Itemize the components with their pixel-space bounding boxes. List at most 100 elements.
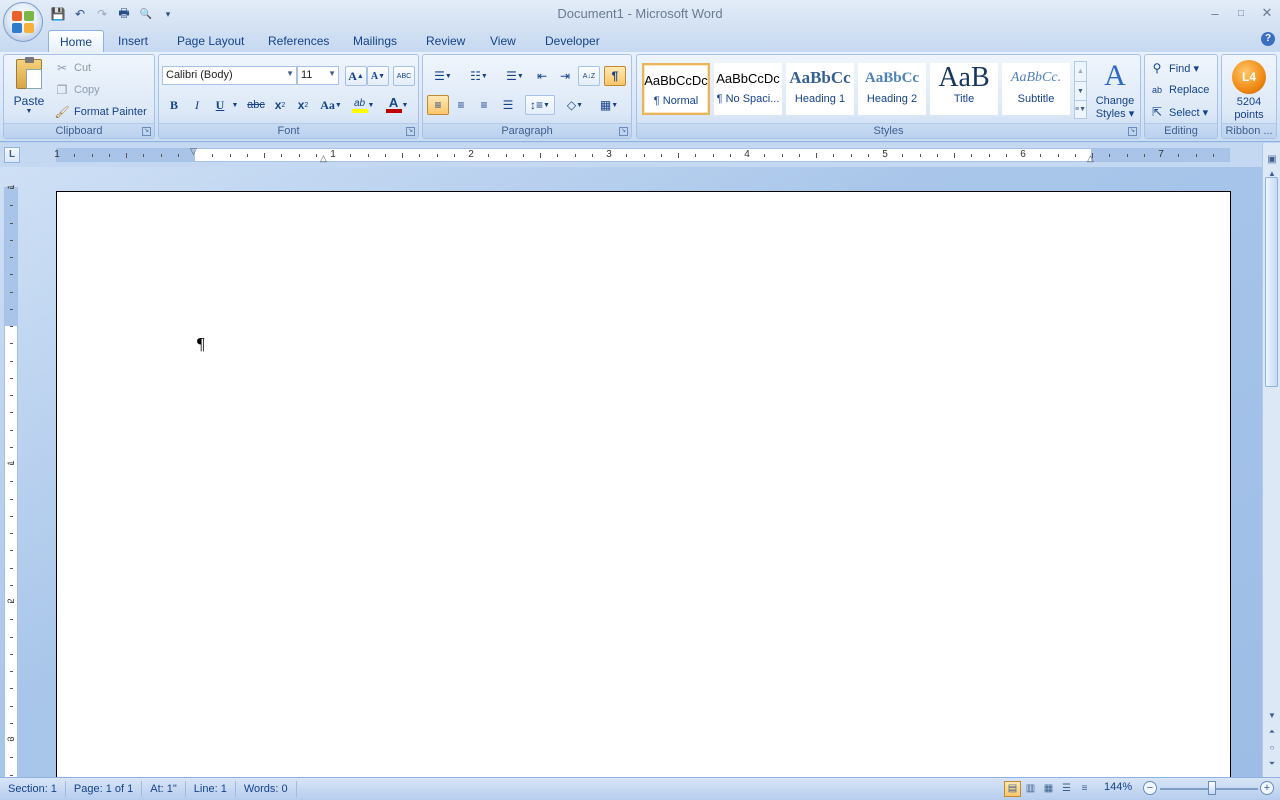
font-color-button[interactable]: A ▼ (383, 95, 411, 115)
format-painter-button[interactable]: 🖌 Format Painter (54, 102, 146, 122)
outline-view-icon[interactable]: ☰ (1058, 781, 1075, 797)
tab-developer[interactable]: Developer (534, 30, 611, 52)
browse-object-icon[interactable]: ○ (1264, 741, 1280, 755)
replace-button[interactable]: ab Replace (1149, 80, 1209, 100)
change-styles-label-1: Change (1095, 95, 1135, 107)
styles-scroll-down-icon[interactable]: ▼ (1075, 81, 1086, 100)
subscript-icon: x (274, 98, 282, 112)
status-section[interactable]: Section: 1 (0, 781, 66, 797)
tab-view[interactable]: View (479, 30, 527, 52)
zoom-level[interactable]: 144% (1104, 781, 1132, 793)
tab-references[interactable]: References (257, 30, 340, 52)
italic-button[interactable]: I (186, 95, 208, 115)
status-line[interactable]: Line: 1 (186, 781, 236, 797)
font-dialog-launcher[interactable]: ↘ (406, 127, 415, 136)
grow-font-button[interactable]: A ▲ (345, 66, 367, 86)
full-screen-reading-view-icon[interactable]: ▥ (1022, 781, 1039, 797)
strikethrough-button[interactable]: abc (245, 95, 267, 115)
print-layout-view-icon[interactable]: ▤ (1004, 781, 1021, 797)
tab-selector[interactable]: L (4, 147, 20, 163)
paste-button[interactable]: Paste ▼ (10, 57, 48, 117)
zoom-out-button[interactable]: − (1143, 781, 1157, 795)
line-spacing-button[interactable]: ↕≡ ▼ (525, 95, 555, 115)
align-left-button[interactable]: ≡ (427, 95, 449, 115)
multilevel-list-button[interactable]: ☰ ▼ (499, 66, 531, 86)
first-line-indent-marker[interactable]: ▽ (190, 146, 197, 157)
zoom-slider-thumb[interactable] (1208, 781, 1216, 795)
hanging-indent-marker[interactable]: △ (320, 153, 327, 164)
status-at[interactable]: At: 1" (142, 781, 186, 797)
document-page[interactable]: ¶ (56, 191, 1231, 777)
draft-view-icon[interactable]: ≡ (1076, 781, 1093, 797)
styles-scroll-up-icon[interactable]: ▲ (1075, 62, 1086, 81)
next-page-icon[interactable]: ⏷ (1264, 757, 1280, 771)
scroll-thumb[interactable] (1265, 177, 1278, 387)
borders-button[interactable]: ▦ ▼ (594, 95, 624, 115)
tab-review[interactable]: Review (415, 30, 476, 52)
level-badge-icon[interactable]: L4 (1232, 60, 1266, 94)
copy-button[interactable]: ❐ Copy (54, 80, 100, 100)
tab-page-layout[interactable]: Page Layout (166, 30, 255, 52)
style-title[interactable]: AaB Title (930, 63, 998, 115)
change-case-button[interactable]: Aa ▼ (317, 95, 345, 115)
web-layout-view-icon[interactable]: ▦ (1040, 781, 1057, 797)
style-heading-1[interactable]: AaBbCc Heading 1 (786, 63, 854, 115)
find-button[interactable]: ⚲ Find ▾ (1149, 58, 1199, 78)
close-button[interactable]: ✕ (1254, 0, 1280, 26)
justify-button[interactable]: ☰ (497, 95, 519, 115)
ruler-tick (695, 154, 697, 157)
view-ruler-icon[interactable]: ▣ (1264, 153, 1280, 167)
underline-button[interactable]: U (209, 95, 231, 115)
style-normal[interactable]: AaBbCcDc ¶ Normal (642, 63, 710, 115)
ruler-tick (91, 154, 93, 157)
highlight-button[interactable]: ab ▼ (349, 95, 377, 115)
bold-button[interactable]: B (163, 95, 185, 115)
shrink-font-button[interactable]: A ▼ (367, 66, 389, 86)
cut-button[interactable]: ✂ Cut (54, 58, 91, 78)
bullets-button[interactable]: ☰ ▼ (427, 66, 459, 86)
change-styles-button[interactable]: A Change Styles ▾ (1091, 57, 1139, 121)
vertical-ruler[interactable]: 1 1 2 3 (4, 185, 18, 777)
vertical-scrollbar[interactable]: ▣ ▲ ▼ ⏶ ○ ⏷ (1262, 143, 1280, 777)
status-page[interactable]: Page: 1 of 1 (66, 781, 143, 797)
previous-page-icon[interactable]: ⏶ (1264, 725, 1280, 739)
help-icon[interactable]: ? (1261, 32, 1275, 46)
bullets-icon: ☰ (434, 69, 445, 83)
styles-more-icon[interactable]: ≡▼ (1075, 100, 1086, 118)
scroll-down-button[interactable]: ▼ (1264, 709, 1280, 723)
increase-indent-button[interactable]: ⇥ (554, 66, 576, 86)
minimize-button[interactable]: – (1202, 0, 1228, 26)
underline-dropdown-icon[interactable]: ▼ (229, 95, 241, 115)
vruler-tick (10, 567, 13, 569)
style-subtitle[interactable]: AaBbCc. Subtitle (1002, 63, 1070, 115)
font-name-combo[interactable]: Calibri (Body) ▼ (162, 66, 297, 85)
shading-button[interactable]: ◇ ▼ (560, 95, 590, 115)
ruler-number: 4 (744, 149, 750, 160)
tab-mailings[interactable]: Mailings (342, 30, 408, 52)
maximize-button[interactable]: □ (1228, 0, 1254, 26)
horizontal-ruler[interactable]: ▽ △ △ 11234567 (54, 146, 1230, 164)
zoom-in-button[interactable]: + (1260, 781, 1274, 795)
numbering-button[interactable]: ☷ ▼ (463, 66, 495, 86)
status-words[interactable]: Words: 0 (236, 781, 297, 797)
align-center-button[interactable]: ≡ (450, 95, 472, 115)
subscript-button[interactable]: x2 (269, 95, 291, 115)
align-right-button[interactable]: ≡ (473, 95, 495, 115)
decrease-indent-button[interactable]: ⇤ (531, 66, 553, 86)
office-button[interactable] (3, 2, 43, 42)
clear-formatting-button[interactable]: ABC (393, 66, 415, 86)
sort-button[interactable]: A↓Z (578, 66, 600, 86)
style-no-spacing[interactable]: AaBbCcDc ¶ No Spaci... (714, 63, 782, 115)
style-heading-2[interactable]: AaBbCc Heading 2 (858, 63, 926, 115)
font-size-combo[interactable]: 11 ▼ (297, 66, 339, 85)
paragraph-dialog-launcher[interactable]: ↘ (619, 127, 628, 136)
select-button[interactable]: ⇱ Select ▾ (1149, 102, 1208, 122)
tab-insert[interactable]: Insert (107, 30, 159, 52)
show-formatting-marks-button[interactable]: ¶ (604, 66, 626, 86)
tab-home[interactable]: Home (48, 30, 105, 52)
superscript-button[interactable]: x2 (292, 95, 314, 115)
vruler-tick (10, 671, 13, 672)
styles-dialog-launcher[interactable]: ↘ (1128, 127, 1137, 136)
style-title-label: Title (953, 93, 975, 105)
clipboard-dialog-launcher[interactable]: ↘ (142, 127, 151, 136)
